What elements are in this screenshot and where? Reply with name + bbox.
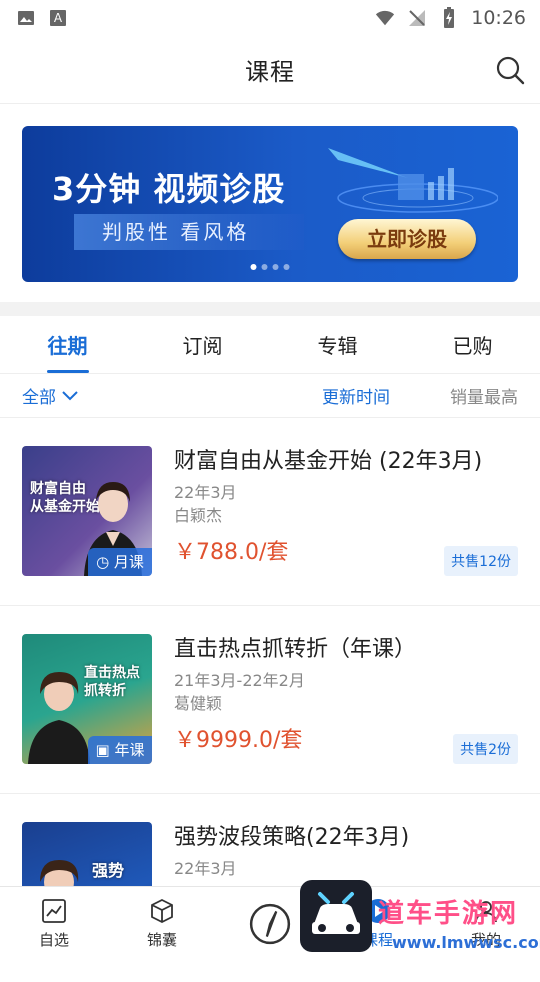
thumbnail-caption: 直击热点 抓转折 bbox=[84, 665, 140, 699]
banner-subline: 判股性 看风格 bbox=[74, 214, 304, 250]
tab-past[interactable]: 往期 bbox=[0, 316, 135, 373]
yearly-badge: ▣ 年课 bbox=[88, 736, 152, 764]
watermark-logo bbox=[300, 880, 372, 952]
cube-icon bbox=[151, 898, 173, 924]
chevron-down-icon bbox=[62, 390, 78, 400]
course-teacher: 白颖杰 bbox=[174, 506, 223, 525]
status-time: 10:26 bbox=[471, 7, 526, 29]
monthly-badge: ◷ 月课 bbox=[88, 548, 152, 576]
banner-headline: 3分钟 视频诊股 bbox=[52, 170, 286, 208]
tab-album[interactable]: 专辑 bbox=[270, 316, 405, 373]
course-thumbnail: 直击热点 抓转折 ▣ 年课 bbox=[22, 634, 152, 764]
image-icon bbox=[16, 8, 36, 28]
course-item[interactable]: 直击热点 抓转折 ▣ 年课 直击热点抓转折（年课） 21年3月-22年2月 葛健颖… bbox=[0, 606, 540, 794]
badge-label: 年课 bbox=[114, 741, 145, 759]
no-signal-icon bbox=[407, 8, 427, 28]
nav-watchlist[interactable]: 自选 bbox=[0, 887, 108, 960]
status-left: A bbox=[16, 8, 68, 28]
nav-label: 锦囊 bbox=[146, 931, 177, 949]
header: 课程 bbox=[0, 36, 540, 104]
sort-by-update[interactable]: 更新时间 bbox=[322, 383, 390, 408]
course-period: 22年3月 bbox=[174, 859, 237, 878]
course-info: 直击热点抓转折（年课） 21年3月-22年2月 葛健颖 ￥9999.0/套 共售… bbox=[174, 634, 518, 793]
course-period: 22年3月 bbox=[174, 483, 237, 502]
font-icon: A bbox=[48, 8, 68, 28]
diagnose-button[interactable]: 立即诊股 bbox=[338, 219, 476, 259]
badge-label: 月课 bbox=[113, 553, 144, 571]
course-title: 直击热点抓转折（年课） bbox=[174, 637, 417, 662]
pagination-dot bbox=[261, 264, 268, 270]
course-tabs: 往期 订阅 专辑 已购 bbox=[0, 316, 540, 374]
all-filter-dropdown[interactable]: 全部 bbox=[22, 383, 78, 408]
status-right: 10:26 bbox=[375, 7, 526, 29]
course-title: 财富自由从基金开始 (22年3月) bbox=[174, 449, 483, 474]
tab-purchased[interactable]: 已购 bbox=[405, 316, 540, 373]
filter-bar: 全部 更新时间 销量最高 bbox=[0, 374, 540, 418]
course-teacher: 葛健颖 bbox=[174, 694, 223, 713]
sold-count-badge: 共售12份 bbox=[444, 546, 518, 576]
watermark-text: 道车手游网 bbox=[378, 899, 519, 929]
section-divider bbox=[0, 302, 540, 316]
svg-text:A: A bbox=[54, 11, 63, 25]
watermark-url: www.lmwwsc.com bbox=[392, 933, 540, 952]
status-bar: A 10:26 bbox=[0, 0, 540, 36]
search-icon[interactable] bbox=[494, 54, 526, 86]
chart-icon bbox=[42, 899, 66, 923]
course-period: 21年3月-22年2月 bbox=[174, 671, 305, 690]
tab-subscribe[interactable]: 订阅 bbox=[135, 316, 270, 373]
nav-tips[interactable]: 锦囊 bbox=[108, 887, 216, 960]
page-title: 课程 bbox=[245, 58, 295, 86]
presenter-image bbox=[28, 672, 90, 764]
thumbnail-caption: 强势 bbox=[92, 861, 125, 880]
calendar-icon: ▣ bbox=[95, 741, 115, 759]
promo-banner[interactable]: 3分钟 视频诊股 判股性 看风格 立即诊股 bbox=[22, 126, 518, 282]
pagination-dot bbox=[283, 264, 290, 270]
battery-charging-icon bbox=[439, 7, 459, 28]
nav-label: 自选 bbox=[38, 931, 69, 949]
sort-by-sales[interactable]: 销量最高 bbox=[450, 383, 518, 408]
car-icon bbox=[312, 892, 360, 934]
pagination-dot bbox=[250, 264, 257, 270]
all-filter-label: 全部 bbox=[22, 388, 56, 408]
course-title: 强势波段策略(22年3月) bbox=[174, 825, 410, 850]
pagination-dot bbox=[272, 264, 279, 270]
course-thumbnail: 财富自由 从基金开始 ◷ 月课 bbox=[22, 446, 152, 576]
course-item[interactable]: 财富自由 从基金开始 ◷ 月课 财富自由从基金开始 (22年3月) 22年3月 白… bbox=[0, 418, 540, 606]
course-info: 财富自由从基金开始 (22年3月) 22年3月 白颖杰 ￥788.0/套 共售1… bbox=[174, 446, 518, 605]
compass-icon bbox=[249, 903, 291, 944]
banner-pagination bbox=[250, 264, 290, 270]
banner-area: 3分钟 视频诊股 判股性 看风格 立即诊股 bbox=[0, 104, 540, 302]
wifi-icon bbox=[375, 8, 395, 28]
clock-icon: ◷ bbox=[96, 553, 114, 571]
decoration-graphic bbox=[328, 148, 498, 213]
sold-count-badge: 共售2份 bbox=[453, 734, 518, 764]
